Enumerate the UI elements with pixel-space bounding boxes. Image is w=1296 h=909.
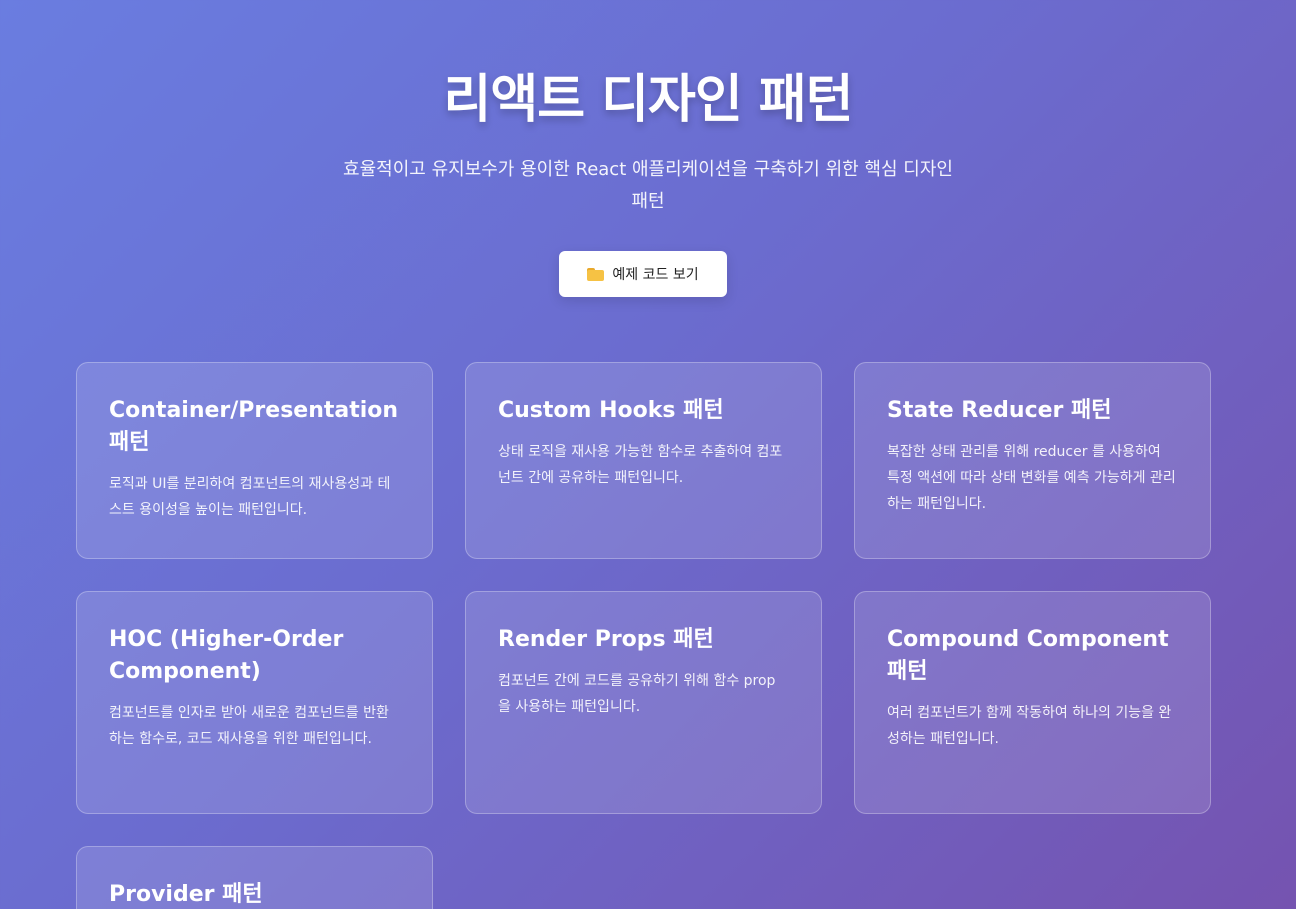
view-example-code-label: 예제 코드 보기 (612, 267, 699, 283)
pattern-card-title: Compound Component 패턴 (887, 627, 1169, 684)
pattern-card-compound-component[interactable]: Compound Component 패턴 여러 컴포넌트가 함께 작동하여 하… (854, 591, 1211, 814)
pattern-card-title: Render Props 패턴 (498, 627, 714, 652)
pattern-card-description: 컴포넌트 간에 코드를 공유하기 위해 함수 prop 을 사용하는 패턴입니다… (498, 673, 776, 715)
pattern-card-description: 상태 로직을 재사용 가능한 함수로 추출하여 컴포넌트 간에 공유하는 패턴입… (498, 444, 783, 486)
pattern-card-hoc[interactable]: HOC (Higher-Order Component) 컴포넌트를 인자로 받… (76, 591, 433, 814)
pattern-card-container-presentation[interactable]: Container/Presentation 패턴 로직과 UI를 분리하여 컴… (76, 362, 433, 559)
pattern-card-title: Container/Presentation 패턴 (109, 398, 399, 455)
pattern-card-title: Custom Hooks 패턴 (498, 398, 724, 423)
pattern-card-custom-hooks[interactable]: Custom Hooks 패턴 상태 로직을 재사용 가능한 함수로 추출하여 … (465, 362, 822, 559)
pattern-card-description: 컴포넌트를 인자로 받아 새로운 컴포넌트를 반환하는 함수로, 코드 재사용을… (109, 705, 389, 747)
pattern-card-title: Provider 패턴 (109, 882, 263, 907)
pattern-card-description: 로직과 UI를 분리하여 컴포넌트의 재사용성과 테스트 용이성을 높이는 패턴… (109, 476, 391, 518)
pattern-card-provider[interactable]: Provider 패턴 (76, 846, 433, 909)
pattern-card-description: 여러 컴포넌트가 함께 작동하여 하나의 기능을 완성하는 패턴입니다. (887, 705, 1172, 747)
pattern-card-render-props[interactable]: Render Props 패턴 컴포넌트 간에 코드를 공유하기 위해 함수 p… (465, 591, 822, 814)
pattern-card-description: 복잡한 상태 관리를 위해 reducer 를 사용하여 특정 액션에 따라 상… (887, 444, 1176, 512)
view-example-code-button[interactable]: 예제 코드 보기 (559, 251, 727, 297)
page-subtitle: 효율적이고 유지보수가 용이한 React 애플리케이션을 구축하기 위한 핵심… (343, 159, 953, 212)
pattern-card-state-reducer[interactable]: State Reducer 패턴 복잡한 상태 관리를 위해 reducer 를… (854, 362, 1211, 559)
page-title: 리액트 디자인 패턴 (443, 70, 854, 130)
pattern-card-title: HOC (Higher-Order Component) (109, 627, 344, 684)
folder-icon (587, 267, 605, 281)
pattern-card-title: State Reducer 패턴 (887, 398, 1112, 423)
